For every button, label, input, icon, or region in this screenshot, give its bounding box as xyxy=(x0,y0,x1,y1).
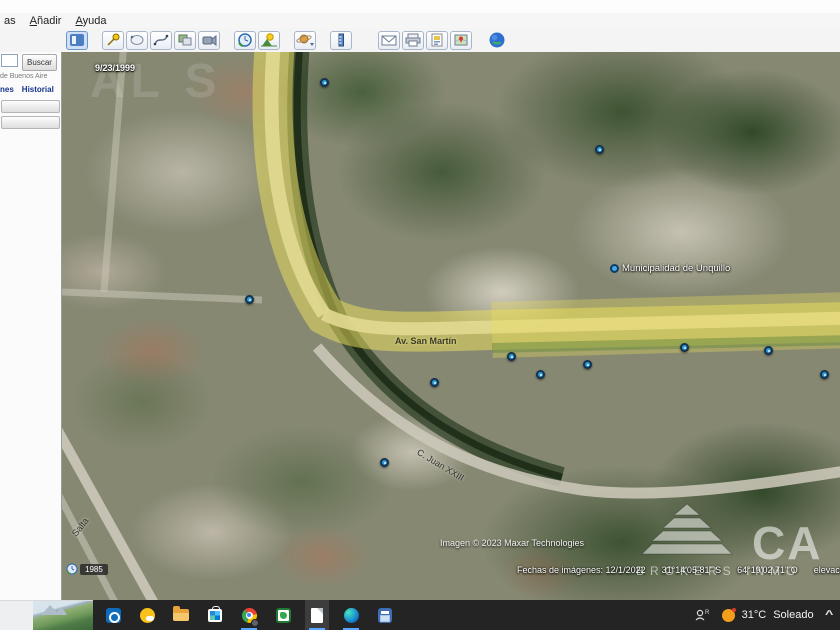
taskbar-store-icon[interactable] xyxy=(203,600,227,630)
save-image-button[interactable] xyxy=(426,31,448,50)
sun-icon xyxy=(722,609,735,622)
menu-bar: as Añadir Ayuda xyxy=(0,13,840,28)
search-input[interactable] xyxy=(1,54,18,67)
status-latitude: 31°14'05.81" S xyxy=(662,565,722,575)
poi-marker[interactable] xyxy=(764,346,773,355)
people-icon[interactable]: R xyxy=(694,608,710,622)
map-roads-layer xyxy=(62,52,840,600)
add-image-overlay-button[interactable] xyxy=(174,31,196,50)
print-button[interactable] xyxy=(402,31,424,50)
tray-chevron-icon[interactable]: ^ xyxy=(825,609,833,621)
map-status-bar: Fechas de imágenes: 12/1/2022 31°14'05.8… xyxy=(517,565,840,575)
place-label-municipalidad[interactable]: Municipalidad de Unquillo xyxy=(610,263,730,274)
poi-marker[interactable] xyxy=(380,458,389,467)
imagery-copyright: Imagen © 2023 Maxar Technologies xyxy=(440,538,584,548)
add-polygon-button[interactable] xyxy=(126,31,148,50)
view-in-maps-button[interactable] xyxy=(450,31,472,50)
historical-date-label: 9/23/1999 xyxy=(95,63,135,73)
poi-marker[interactable] xyxy=(536,370,545,379)
record-tour-button[interactable] xyxy=(198,31,220,50)
taskbar-icons xyxy=(93,600,407,630)
historical-imagery-button[interactable] xyxy=(234,31,256,50)
status-longitude: 64°19'02.71" O xyxy=(737,565,798,575)
taskbar-document-app-icon[interactable] xyxy=(305,600,329,630)
earth-globe-button[interactable] xyxy=(486,31,508,50)
taskbar-outlook-icon[interactable] xyxy=(101,600,125,630)
taskbar-chrome-icon[interactable] xyxy=(237,600,261,630)
taskbar-search-box[interactable] xyxy=(0,600,93,630)
poi-marker[interactable] xyxy=(595,145,604,154)
menu-item-help[interactable]: Ayuda xyxy=(75,15,106,27)
ruler-button[interactable] xyxy=(330,31,352,50)
status-image-dates: Fechas de imágenes: 12/1/2022 xyxy=(517,565,646,575)
toggle-sidebar-button[interactable] xyxy=(66,31,88,50)
add-placemark-button[interactable] xyxy=(102,31,124,50)
history-link[interactable]: Historial xyxy=(22,85,54,94)
poi-marker[interactable] xyxy=(680,343,689,352)
taskbar-green-app-icon[interactable] xyxy=(271,600,295,630)
search-hint: de Buenos Aire xyxy=(0,73,47,80)
sunlight-button[interactable] xyxy=(258,31,280,50)
menu-item-add[interactable]: Añadir xyxy=(30,15,62,27)
taskbar-weather-widget[interactable]: 31°C Soleado xyxy=(722,609,814,622)
road-label-san-martin: Av. San Martín xyxy=(395,336,457,346)
poi-marker[interactable] xyxy=(430,378,439,387)
poi-marker[interactable] xyxy=(507,352,516,361)
time-slider-indicator[interactable]: 1985 xyxy=(66,563,108,575)
taskbar-edge-icon[interactable] xyxy=(339,600,363,630)
search-sidebar: Buscar de Buenos Aire nes Historial xyxy=(0,52,62,600)
toolbar xyxy=(0,28,840,53)
poi-marker[interactable] xyxy=(820,370,829,379)
time-badge-year: 1985 xyxy=(80,564,108,575)
clock-icon xyxy=(66,563,78,575)
taskbar-weather-app-icon[interactable] xyxy=(135,600,159,630)
layers-panel-header[interactable] xyxy=(1,116,60,129)
svg-text:R: R xyxy=(705,610,710,616)
places-panel-header[interactable] xyxy=(1,100,60,113)
windows-taskbar: R 31°C Soleado ^ xyxy=(0,600,840,630)
search-highlight-illustration[interactable] xyxy=(33,601,93,630)
google-earth-window: as Añadir Ayuda xyxy=(0,0,840,630)
weather-temperature: 31°C xyxy=(742,609,767,621)
menu-item-tools[interactable]: as xyxy=(4,15,16,27)
taskbar-tray: R 31°C Soleado ^ xyxy=(694,600,832,630)
email-button[interactable] xyxy=(378,31,400,50)
directions-link[interactable]: nes xyxy=(0,85,14,94)
map-viewport[interactable]: AL S 9/23/1999 Municipalidad de Unquillo… xyxy=(62,52,840,600)
weather-description: Soleado xyxy=(773,609,813,621)
poi-marker[interactable] xyxy=(245,295,254,304)
search-button[interactable]: Buscar xyxy=(22,54,57,71)
poi-marker[interactable] xyxy=(320,78,329,87)
poi-marker[interactable] xyxy=(583,360,592,369)
taskbar-file-explorer-icon[interactable] xyxy=(169,600,193,630)
place-marker-icon[interactable] xyxy=(610,264,619,273)
status-elevation: elevación xyxy=(814,565,840,575)
add-path-button[interactable] xyxy=(150,31,172,50)
taskbar-calculator-icon[interactable] xyxy=(373,600,397,630)
title-bar xyxy=(0,0,840,14)
planets-button[interactable] xyxy=(294,31,316,50)
